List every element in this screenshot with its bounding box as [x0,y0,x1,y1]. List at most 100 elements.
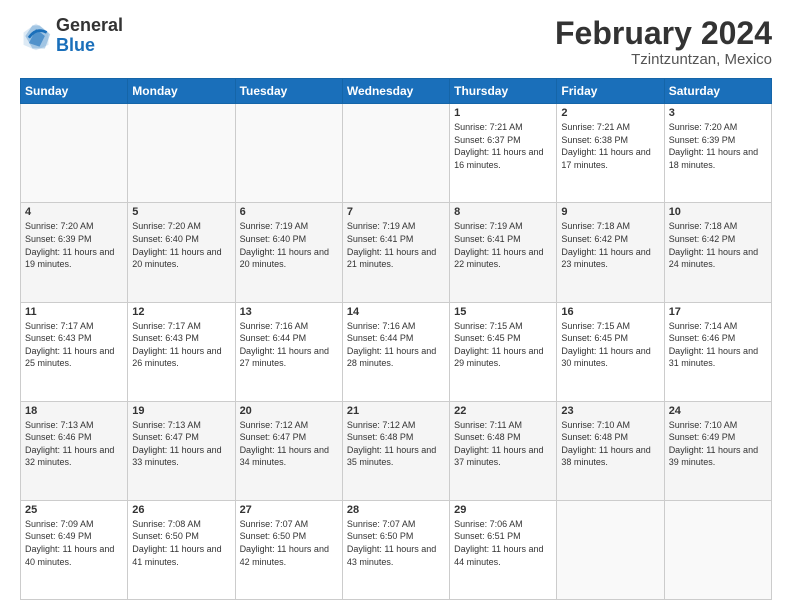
day-number: 23 [561,405,659,417]
day-number: 24 [669,405,767,417]
day-info: Sunrise: 7:17 AMSunset: 6:43 PMDaylight:… [132,320,230,370]
calendar-cell: 22 Sunrise: 7:11 AMSunset: 6:48 PMDayligh… [450,401,557,500]
day-info: Sunrise: 7:20 AMSunset: 6:40 PMDaylight:… [132,220,230,270]
calendar-cell: 2Sunrise: 7:21 AMSunset: 6:38 PMDaylight… [557,104,664,203]
calendar-cell: 12 Sunrise: 7:17 AMSunset: 6:43 PMDayligh… [128,302,235,401]
calendar-cell [557,500,664,599]
day-info: Sunrise: 7:10 AMSunset: 6:48 PMDaylight:… [561,419,659,469]
day-number: 9 [561,206,659,218]
day-number: 5 [132,206,230,218]
calendar-cell: 14Sunrise: 7:16 AMSunset: 6:44 PMDayligh… [342,302,449,401]
calendar-header-wednesday: Wednesday [342,79,449,104]
calendar-cell: 17 Sunrise: 7:14 AMSunset: 6:46 PMDayligh… [664,302,771,401]
day-number: 1 [454,107,552,119]
calendar-header-thursday: Thursday [450,79,557,104]
calendar-week-row: 18 Sunrise: 7:13 AMSunset: 6:46 PMDayligh… [21,401,772,500]
calendar-cell: 1 Sunrise: 7:21 AMSunset: 6:37 PMDaylight… [450,104,557,203]
day-info: Sunrise: 7:07 AMSunset: 6:50 PMDaylight:… [347,518,445,568]
day-number: 27 [240,504,338,516]
calendar-cell [235,104,342,203]
calendar-cell: 27Sunrise: 7:07 AMSunset: 6:50 PMDayligh… [235,500,342,599]
day-info: Sunrise: 7:18 AMSunset: 6:42 PMDaylight:… [669,220,767,270]
day-info: Sunrise: 7:19 AMSunset: 6:41 PMDaylight:… [454,220,552,270]
day-info: Sunrise: 7:20 AMSunset: 6:39 PMDaylight:… [669,121,767,171]
title-block: February 2024 Tzintzuntzan, Mexico [555,16,772,68]
day-number: 10 [669,206,767,218]
calendar-cell: 19 Sunrise: 7:13 AMSunset: 6:47 PMDayligh… [128,401,235,500]
day-number: 12 [132,306,230,318]
day-number: 20 [240,405,338,417]
calendar-cell: 25Sunrise: 7:09 AMSunset: 6:49 PMDayligh… [21,500,128,599]
day-number: 16 [561,306,659,318]
day-info: Sunrise: 7:18 AMSunset: 6:42 PMDaylight:… [561,220,659,270]
main-title: February 2024 [555,16,772,51]
calendar-cell [664,500,771,599]
day-info: Sunrise: 7:19 AMSunset: 6:41 PMDaylight:… [347,220,445,270]
day-number: 4 [25,206,123,218]
calendar-header-monday: Monday [128,79,235,104]
day-number: 8 [454,206,552,218]
logo: General Blue [20,16,123,56]
calendar-cell: 4 Sunrise: 7:20 AMSunset: 6:39 PMDaylight… [21,203,128,302]
calendar-cell: 23 Sunrise: 7:10 AMSunset: 6:48 PMDayligh… [557,401,664,500]
page: General Blue February 2024 Tzintzuntzan,… [0,0,792,612]
day-number: 25 [25,504,123,516]
calendar-cell: 28 Sunrise: 7:07 AMSunset: 6:50 PMDayligh… [342,500,449,599]
day-number: 22 [454,405,552,417]
calendar-cell: 15Sunrise: 7:15 AMSunset: 6:45 PMDayligh… [450,302,557,401]
calendar-cell: 9 Sunrise: 7:18 AMSunset: 6:42 PMDaylight… [557,203,664,302]
day-number: 6 [240,206,338,218]
logo-general: General [56,16,123,36]
logo-blue: Blue [56,36,123,56]
calendar-cell: 29 Sunrise: 7:06 AMSunset: 6:51 PMDayligh… [450,500,557,599]
day-number: 26 [132,504,230,516]
day-number: 14 [347,306,445,318]
calendar-week-row: 4 Sunrise: 7:20 AMSunset: 6:39 PMDaylight… [21,203,772,302]
day-number: 18 [25,405,123,417]
day-number: 13 [240,306,338,318]
logo-icon [20,20,52,52]
day-number: 17 [669,306,767,318]
day-info: Sunrise: 7:15 AMSunset: 6:45 PMDaylight:… [561,320,659,370]
day-info: Sunrise: 7:06 AMSunset: 6:51 PMDaylight:… [454,518,552,568]
day-info: Sunrise: 7:12 AMSunset: 6:48 PMDaylight:… [347,419,445,469]
calendar-table: SundayMondayTuesdayWednesdayThursdayFrid… [20,78,772,600]
calendar-header-friday: Friday [557,79,664,104]
day-info: Sunrise: 7:13 AMSunset: 6:46 PMDaylight:… [25,419,123,469]
day-info: Sunrise: 7:13 AMSunset: 6:47 PMDaylight:… [132,419,230,469]
calendar-cell [342,104,449,203]
calendar-cell: 24Sunrise: 7:10 AMSunset: 6:49 PMDayligh… [664,401,771,500]
calendar-week-row: 11Sunrise: 7:17 AMSunset: 6:43 PMDayligh… [21,302,772,401]
day-number: 28 [347,504,445,516]
calendar-cell: 21 Sunrise: 7:12 AMSunset: 6:48 PMDayligh… [342,401,449,500]
subtitle: Tzintzuntzan, Mexico [555,51,772,68]
calendar-cell: 20 Sunrise: 7:12 AMSunset: 6:47 PMDayligh… [235,401,342,500]
day-info: Sunrise: 7:17 AMSunset: 6:43 PMDaylight:… [25,320,123,370]
calendar-cell: 3 Sunrise: 7:20 AMSunset: 6:39 PMDaylight… [664,104,771,203]
day-info: Sunrise: 7:16 AMSunset: 6:44 PMDaylight:… [240,320,338,370]
calendar-cell: 18 Sunrise: 7:13 AMSunset: 6:46 PMDayligh… [21,401,128,500]
calendar-cell: 13 Sunrise: 7:16 AMSunset: 6:44 PMDayligh… [235,302,342,401]
calendar-header-tuesday: Tuesday [235,79,342,104]
calendar-cell [21,104,128,203]
calendar-cell: 11Sunrise: 7:17 AMSunset: 6:43 PMDayligh… [21,302,128,401]
day-number: 29 [454,504,552,516]
calendar-cell: 10 Sunrise: 7:18 AMSunset: 6:42 PMDayligh… [664,203,771,302]
calendar-week-row: 25Sunrise: 7:09 AMSunset: 6:49 PMDayligh… [21,500,772,599]
calendar-cell: 26 Sunrise: 7:08 AMSunset: 6:50 PMDayligh… [128,500,235,599]
day-info: Sunrise: 7:15 AMSunset: 6:45 PMDaylight:… [454,320,552,370]
day-number: 2 [561,107,659,119]
calendar-cell: 16 Sunrise: 7:15 AMSunset: 6:45 PMDayligh… [557,302,664,401]
day-info: Sunrise: 7:12 AMSunset: 6:47 PMDaylight:… [240,419,338,469]
day-number: 19 [132,405,230,417]
day-info: Sunrise: 7:14 AMSunset: 6:46 PMDaylight:… [669,320,767,370]
day-number: 21 [347,405,445,417]
calendar-cell: 5 Sunrise: 7:20 AMSunset: 6:40 PMDaylight… [128,203,235,302]
day-info: Sunrise: 7:08 AMSunset: 6:50 PMDaylight:… [132,518,230,568]
day-info: Sunrise: 7:20 AMSunset: 6:39 PMDaylight:… [25,220,123,270]
day-number: 3 [669,107,767,119]
calendar-cell [128,104,235,203]
day-info: Sunrise: 7:11 AMSunset: 6:48 PMDaylight:… [454,419,552,469]
day-info: Sunrise: 7:21 AMSunset: 6:37 PMDaylight:… [454,121,552,171]
calendar-week-row: 1 Sunrise: 7:21 AMSunset: 6:37 PMDaylight… [21,104,772,203]
